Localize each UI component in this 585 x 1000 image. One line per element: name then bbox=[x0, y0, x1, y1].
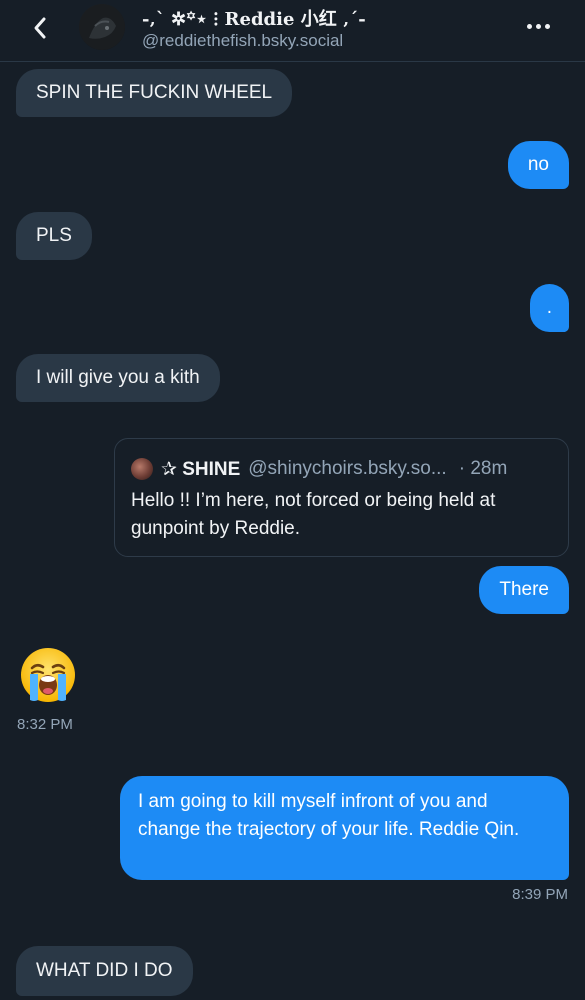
message-bubble-incoming[interactable]: WHAT DID I DO bbox=[16, 946, 193, 996]
message-bubble-incoming[interactable]: PLS bbox=[16, 212, 92, 260]
user-handle: @reddiethefish.bsky.social bbox=[142, 31, 344, 50]
quoted-post-header: ✰ SHINE @shinychoirs.bsky.so... · 28m bbox=[131, 455, 552, 483]
message-bubble-outgoing[interactable]: I am going to kill myself infront of you… bbox=[120, 776, 569, 880]
quoted-post-card[interactable]: ✰ SHINE @shinychoirs.bsky.so... · 28m He… bbox=[114, 438, 569, 557]
message-bubble-outgoing[interactable]: There bbox=[479, 566, 569, 614]
message-timestamp: 8:32 PM bbox=[17, 716, 73, 733]
quoted-post-author: ✰ SHINE bbox=[161, 458, 241, 480]
loudly-crying-face-emoji[interactable] bbox=[19, 646, 77, 704]
message-bubble-incoming[interactable]: SPIN THE FUCKIN WHEEL bbox=[16, 69, 293, 117]
message-bubble-outgoing[interactable]: no bbox=[507, 141, 569, 189]
crying-face-icon bbox=[21, 648, 75, 702]
avatar-image bbox=[79, 4, 125, 50]
message-bubble-outgoing[interactable]: . bbox=[529, 284, 569, 332]
more-options-button[interactable] bbox=[520, 12, 556, 40]
more-horizontal-icon bbox=[526, 23, 532, 29]
quoted-post-handle: @shinychoirs.bsky.so... bbox=[248, 458, 447, 479]
conversation-header: -‚ˋ ✲꙳⋆ ⁝ Reddie 小红 ‚ˊ- @reddiethefish.b… bbox=[0, 0, 585, 62]
message-timestamp: 8:39 PM bbox=[512, 886, 568, 903]
message-bubble-incoming[interactable]: I will give you a kith bbox=[16, 354, 220, 402]
quoted-post-text: Hello !! I’m here, not forced or being h… bbox=[131, 490, 496, 539]
quoted-post-time: · 28m bbox=[458, 458, 508, 479]
quoted-post-avatar bbox=[131, 458, 153, 480]
back-button[interactable] bbox=[22, 10, 58, 46]
avatar[interactable] bbox=[79, 4, 125, 50]
display-name: -‚ˋ ✲꙳⋆ ⁝ Reddie 小红 ‚ˊ- bbox=[142, 9, 366, 30]
chevron-left-icon bbox=[34, 17, 46, 39]
